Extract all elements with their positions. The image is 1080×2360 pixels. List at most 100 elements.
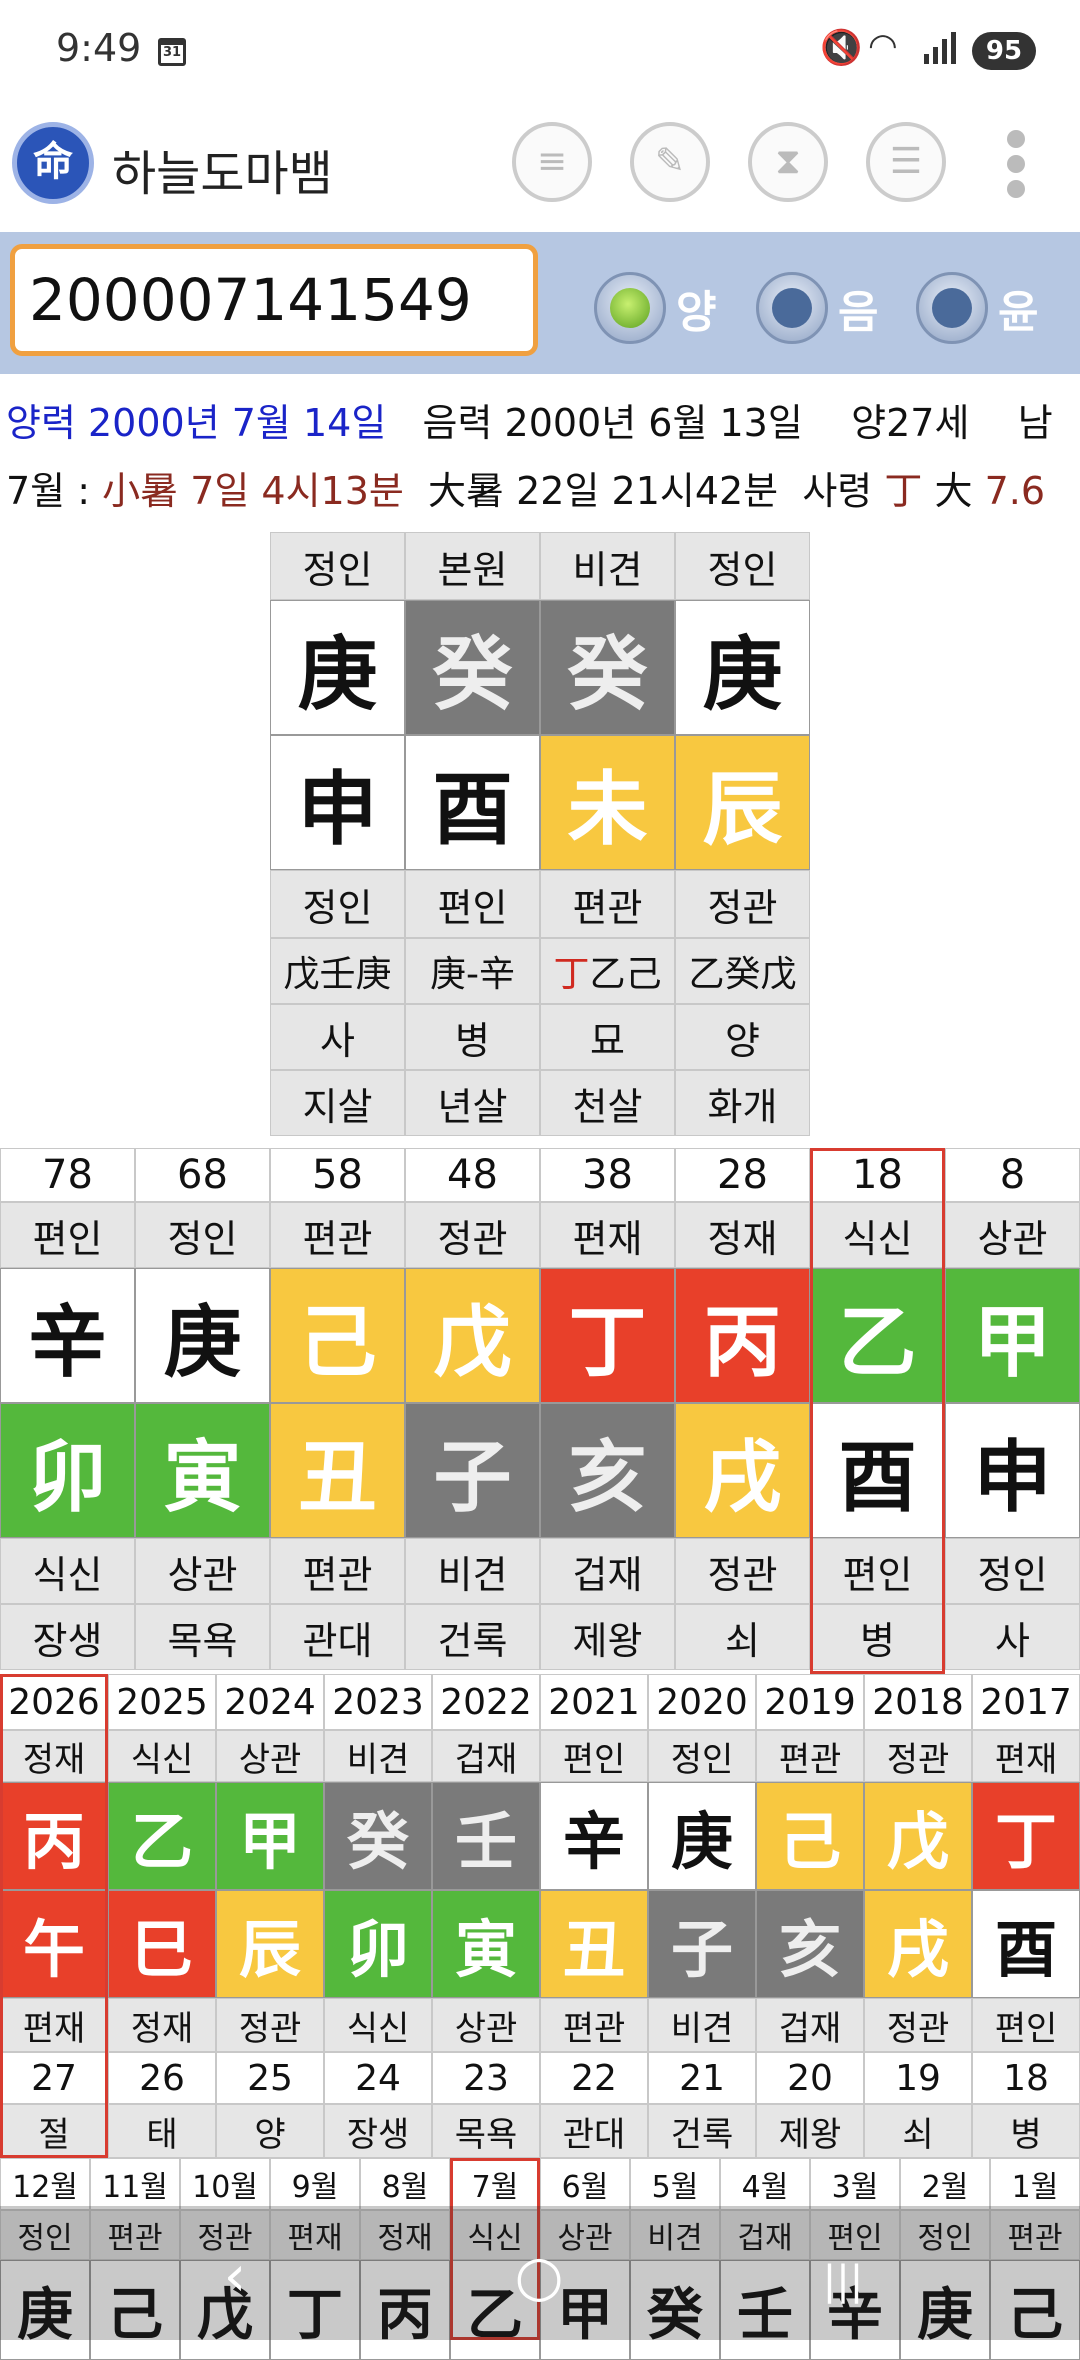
jeol-term: 小暑 7일 4시13분: [102, 469, 404, 513]
radio-lunar-dot[interactable]: [756, 272, 828, 344]
seun-branch[interactable]: 子: [648, 1890, 756, 1998]
calendar-icon: 31: [158, 38, 186, 66]
daeun-branch[interactable]: 亥: [540, 1403, 675, 1538]
daeun-age[interactable]: 18: [810, 1148, 945, 1202]
home-icon[interactable]: ○: [494, 2244, 584, 2309]
pillar-stem[interactable]: 庚: [270, 600, 405, 735]
edit-icon[interactable]: ✎: [630, 122, 710, 202]
seun-year[interactable]: 2020: [648, 1674, 756, 1730]
pillar-stem[interactable]: 癸: [540, 600, 675, 735]
more-vert-icon[interactable]: [1004, 130, 1028, 200]
dae-label: 大: [934, 469, 973, 513]
list-icon[interactable]: ≡: [512, 122, 592, 202]
recent-apps-icon[interactable]: |||: [798, 2258, 888, 2304]
daeun-stem[interactable]: 己: [270, 1268, 405, 1403]
seun-branch[interactable]: 亥: [756, 1890, 864, 1998]
wolun-month[interactable]: 6월: [540, 2158, 630, 2210]
seun-branch[interactable]: 寅: [432, 1890, 540, 1998]
daeun-branch[interactable]: 子: [405, 1403, 540, 1538]
daeun-stem[interactable]: 庚: [135, 1268, 270, 1403]
wolun-month[interactable]: 11월: [90, 2158, 180, 2210]
seun-year[interactable]: 2021: [540, 1674, 648, 1730]
wolun-month[interactable]: 9월: [270, 2158, 360, 2210]
seun-branch[interactable]: 卯: [324, 1890, 432, 1998]
seun-branch[interactable]: 午: [0, 1890, 108, 1998]
month-label: 7월 :: [6, 469, 91, 513]
daeun-stem[interactable]: 戊: [405, 1268, 540, 1403]
seun-stem[interactable]: 辛: [540, 1782, 648, 1890]
wolun-month[interactable]: 2월: [900, 2158, 990, 2210]
radio-leap[interactable]: 윤: [916, 272, 1038, 344]
seun-stem[interactable]: 丁: [972, 1782, 1080, 1890]
seun-branch[interactable]: 戌: [864, 1890, 972, 1998]
wolun-month[interactable]: 12월: [0, 2158, 90, 2210]
seun-stem[interactable]: 甲: [216, 1782, 324, 1890]
wolun-month[interactable]: 7월: [450, 2158, 540, 2210]
daeun-branch[interactable]: 卯: [0, 1403, 135, 1538]
seun-year[interactable]: 2022: [432, 1674, 540, 1730]
seun-stem[interactable]: 己: [756, 1782, 864, 1890]
pillar-stage: 사: [270, 1004, 405, 1070]
daeun-stem[interactable]: 甲: [945, 1268, 1080, 1403]
seun-year[interactable]: 2024: [216, 1674, 324, 1730]
pillar-stem[interactable]: 庚: [675, 600, 810, 735]
daeun-stem[interactable]: 辛: [0, 1268, 135, 1403]
seun-year[interactable]: 2023: [324, 1674, 432, 1730]
seun-stem[interactable]: 乙: [108, 1782, 216, 1890]
seun-branch[interactable]: 丑: [540, 1890, 648, 1998]
daeun-age[interactable]: 8: [945, 1148, 1080, 1202]
seun-branch[interactable]: 巳: [108, 1890, 216, 1998]
radio-leap-label: 윤: [998, 287, 1039, 338]
hourglass-icon[interactable]: ⧗: [748, 122, 828, 202]
daeun-branch-god: 상관: [135, 1538, 270, 1604]
seun-stem[interactable]: 壬: [432, 1782, 540, 1890]
wolun-month[interactable]: 10월: [180, 2158, 270, 2210]
radio-solar-dot[interactable]: [594, 272, 666, 344]
seun-branch[interactable]: 辰: [216, 1890, 324, 1998]
wolun-month[interactable]: 8월: [360, 2158, 450, 2210]
seun-year[interactable]: 2019: [756, 1674, 864, 1730]
wolun-month[interactable]: 5월: [630, 2158, 720, 2210]
seun-year[interactable]: 2018: [864, 1674, 972, 1730]
pillar-stem[interactable]: 癸: [405, 600, 540, 735]
seun-stem[interactable]: 丙: [0, 1782, 108, 1890]
seun-stem[interactable]: 戊: [864, 1782, 972, 1890]
pillar-branch[interactable]: 申: [270, 735, 405, 870]
radio-lunar[interactable]: 음: [756, 272, 878, 344]
seun-year[interactable]: 2026: [0, 1674, 108, 1730]
seun-stem[interactable]: 庚: [648, 1782, 756, 1890]
radio-solar[interactable]: 양: [594, 272, 716, 344]
daeun-branch[interactable]: 寅: [135, 1403, 270, 1538]
daeun-age[interactable]: 48: [405, 1148, 540, 1202]
daeun-branch[interactable]: 戌: [675, 1403, 810, 1538]
wolun-month[interactable]: 4월: [720, 2158, 810, 2210]
wolun-month[interactable]: 3월: [810, 2158, 900, 2210]
daeun-age[interactable]: 38: [540, 1148, 675, 1202]
birth-input[interactable]: [10, 244, 538, 356]
seun-branch[interactable]: 酉: [972, 1890, 1080, 1998]
seun-year[interactable]: 2017: [972, 1674, 1080, 1730]
database-icon[interactable]: ☰: [866, 122, 946, 202]
daeun-age[interactable]: 58: [270, 1148, 405, 1202]
daeun-age[interactable]: 78: [0, 1148, 135, 1202]
wolun-month[interactable]: 1월: [990, 2158, 1080, 2210]
radio-leap-dot[interactable]: [916, 272, 988, 344]
pillar-branch[interactable]: 辰: [675, 735, 810, 870]
seun-age: 22: [540, 2052, 648, 2104]
daeun-stem-god: 편인: [0, 1202, 135, 1268]
pillar-branch[interactable]: 酉: [405, 735, 540, 870]
seun-stage: 태: [108, 2104, 216, 2158]
pillar-branch[interactable]: 未: [540, 735, 675, 870]
daeun-age[interactable]: 28: [675, 1148, 810, 1202]
status-time: 9:49: [56, 26, 142, 70]
daeun-stem[interactable]: 丁: [540, 1268, 675, 1403]
daeun-stem[interactable]: 丙: [675, 1268, 810, 1403]
daeun-branch[interactable]: 酉: [810, 1403, 945, 1538]
daeun-branch[interactable]: 丑: [270, 1403, 405, 1538]
daeun-stem[interactable]: 乙: [810, 1268, 945, 1403]
seun-year[interactable]: 2025: [108, 1674, 216, 1730]
daeun-branch[interactable]: 申: [945, 1403, 1080, 1538]
back-icon[interactable]: ‹: [190, 2244, 280, 2309]
seun-stem[interactable]: 癸: [324, 1782, 432, 1890]
daeun-age[interactable]: 68: [135, 1148, 270, 1202]
